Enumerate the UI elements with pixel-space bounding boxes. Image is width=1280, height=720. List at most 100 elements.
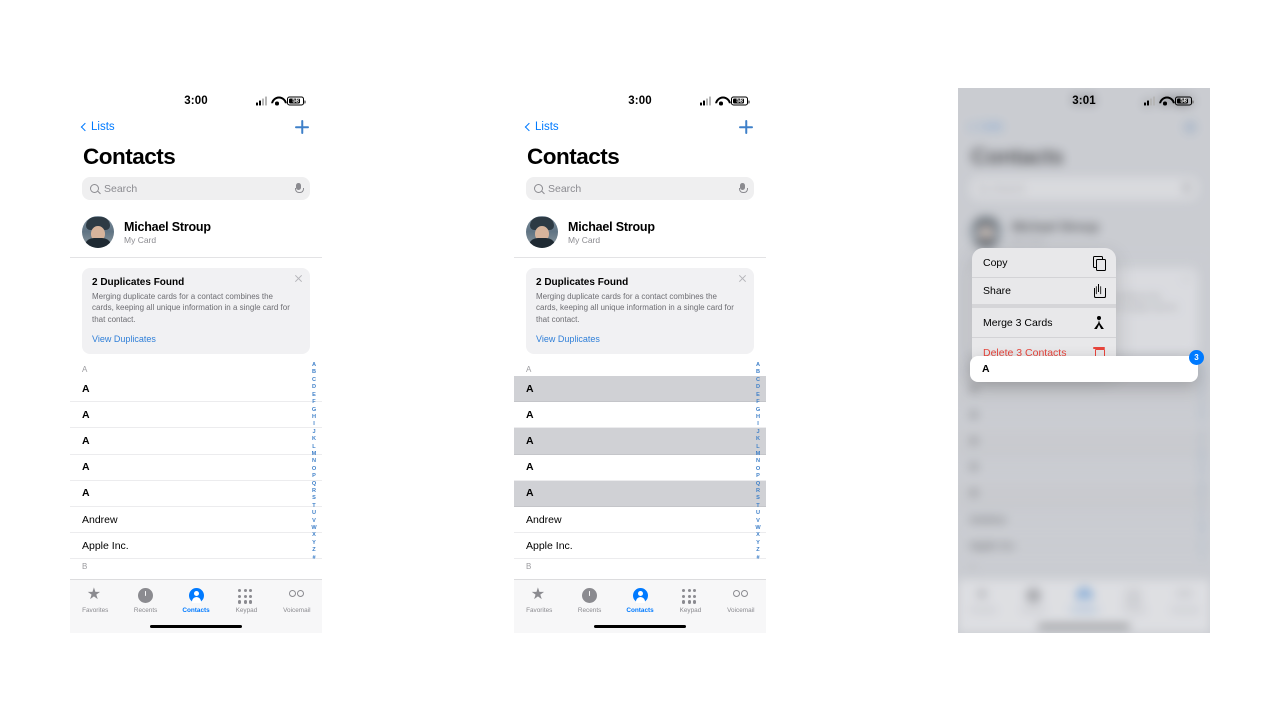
index-letter[interactable]: Z [756,547,759,554]
index-letter[interactable]: G [756,407,760,414]
search-input[interactable]: Search [526,177,754,200]
contact-row[interactable]: Apple Inc. [70,533,322,560]
index-letter[interactable]: S [756,495,760,502]
view-duplicates-link[interactable]: View Duplicates [536,334,744,344]
index-letter[interactable]: # [312,555,315,562]
search-input[interactable]: Search [82,177,310,200]
index-letter[interactable]: J [312,429,315,436]
index-letter[interactable]: E [312,392,316,399]
contact-row[interactable]: A [514,455,766,481]
tab-voicemail[interactable]: Voicemail [272,587,322,614]
tab-keypad[interactable]: Keypad [665,587,715,614]
tab-keypad[interactable]: Keypad [221,587,271,614]
index-letter[interactable]: R [312,488,316,495]
index-letter[interactable]: R [756,488,760,495]
index-letter[interactable]: D [312,384,316,391]
index-letter[interactable]: E [756,392,760,399]
add-contact-button[interactable] [738,119,754,135]
contact-name: A [82,382,90,395]
tab-contacts[interactable]: Contacts [615,587,665,614]
index-letter[interactable]: X [756,532,760,539]
my-card-row[interactable]: Michael Stroup My Card [70,205,322,258]
back-to-lists-button[interactable]: Lists [80,121,115,133]
index-letter[interactable]: F [756,399,759,406]
index-letter[interactable]: P [312,473,316,480]
index-letter[interactable]: O [312,466,316,473]
index-letter[interactable]: I [313,421,315,428]
contact-row[interactable]: Andrew [514,507,766,534]
index-letter[interactable]: X [312,532,316,539]
lifted-contact-card[interactable]: A 3 [970,350,1204,382]
index-letter[interactable]: Q [312,481,316,488]
close-icon[interactable] [294,274,303,283]
index-letter[interactable]: W [311,525,316,532]
index-letter[interactable]: B [756,369,760,376]
tab-recents[interactable]: Recents [564,587,614,614]
contact-row[interactable]: A [514,402,766,429]
index-letter[interactable]: P [756,473,760,480]
tab-favorites[interactable]: ★ Favorites [70,587,120,615]
index-letter[interactable]: M [312,451,317,458]
context-menu-item-copy[interactable]: Copy [972,248,1116,278]
index-letter[interactable]: K [312,436,316,443]
contact-row[interactable]: Andrew [70,507,322,534]
alphabet-index[interactable]: A B C D E F G H I J K L M N O P Q R S T U V W X Y Z # [308,362,320,562]
index-letter[interactable]: Z [312,547,315,554]
index-letter[interactable]: V [312,518,316,525]
index-letter[interactable]: I [757,421,759,428]
index-letter[interactable]: T [312,503,315,510]
context-menu-item-merge-3-cards[interactable]: Merge 3 Cards [972,308,1116,338]
tab-favorites[interactable]: ★ Favorites [514,587,564,615]
index-letter[interactable]: C [312,377,316,384]
index-letter[interactable]: L [756,444,759,451]
index-letter[interactable]: F [312,399,315,406]
tab-contacts[interactable]: Contacts [171,587,221,614]
index-letter[interactable]: M [756,451,761,458]
index-letter[interactable]: B [312,369,316,376]
index-letter[interactable]: A [756,362,760,369]
contact-row[interactable]: Apple Inc. [514,533,766,560]
contact-row[interactable]: A [70,481,322,508]
index-letter[interactable]: O [756,466,760,473]
contact-row[interactable]: A [514,480,766,508]
index-letter[interactable]: U [312,510,316,517]
index-letter[interactable]: Y [756,540,760,547]
microphone-icon[interactable] [295,183,304,194]
back-to-lists-button[interactable]: Lists [524,121,559,133]
index-letter[interactable]: H [312,414,316,421]
add-contact-button[interactable] [294,119,310,135]
index-letter[interactable]: L [312,444,315,451]
my-card-row[interactable]: Michael Stroup My Card [514,205,766,258]
index-letter[interactable]: G [312,407,316,414]
index-letter[interactable]: S [312,495,316,502]
contact-row[interactable]: A [514,376,766,403]
contact-row[interactable]: A [70,455,322,481]
index-letter[interactable]: T [756,503,759,510]
tab-voicemail[interactable]: Voicemail [716,587,766,614]
tab-label: Contacts [626,607,654,614]
contact-row[interactable]: A [514,428,766,455]
microphone-icon[interactable] [739,183,748,194]
tab-recents[interactable]: Recents [120,587,170,614]
index-letter[interactable]: V [756,518,760,525]
index-letter[interactable]: D [756,384,760,391]
index-letter[interactable]: # [756,555,759,562]
index-letter[interactable]: A [312,362,316,369]
index-letter[interactable]: N [312,458,316,465]
index-letter[interactable]: J [756,429,759,436]
contact-row[interactable]: A [70,402,322,429]
index-letter[interactable]: K [756,436,760,443]
alphabet-index[interactable]: A B C D E F G H I J K L M N O P Q R S T U V W X Y Z # [752,362,764,562]
view-duplicates-link[interactable]: View Duplicates [92,334,300,344]
close-icon[interactable] [738,274,747,283]
contact-row[interactable]: A [70,428,322,455]
index-letter[interactable]: Y [312,540,316,547]
index-letter[interactable]: H [756,414,760,421]
index-letter[interactable]: C [756,377,760,384]
contact-row[interactable]: A [70,376,322,403]
index-letter[interactable]: U [756,510,760,517]
index-letter[interactable]: N [756,458,760,465]
index-letter[interactable]: Q [756,481,760,488]
context-menu-item-share[interactable]: Share [972,278,1116,308]
index-letter[interactable]: W [755,525,760,532]
